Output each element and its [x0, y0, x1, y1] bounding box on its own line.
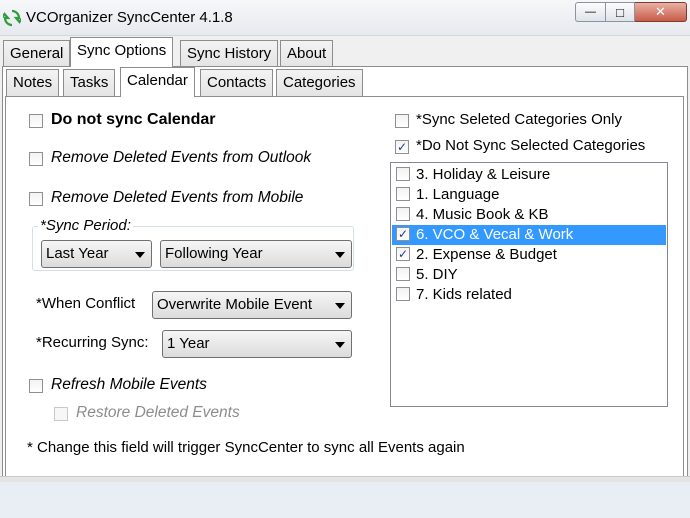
refresh-mobile-events-checkbox[interactable] [29, 379, 43, 393]
tab-categories[interactable]: Categories [276, 69, 363, 97]
tab-categories-label: Categories [283, 74, 356, 91]
chevron-down-icon [335, 303, 345, 309]
category-checkbox[interactable] [396, 267, 410, 281]
recurring-sync-label: *Recurring Sync: [36, 334, 149, 351]
when-conflict-select[interactable]: Overwrite Mobile Event [152, 291, 352, 319]
list-item-selected[interactable]: ✓ 6. VCO & Vecal & Work [392, 225, 666, 245]
category-checkbox[interactable] [396, 167, 410, 181]
checkmark-icon: ✓ [397, 227, 409, 241]
category-label: 3. Holiday & Leisure [416, 166, 551, 183]
tab-contacts[interactable]: Contacts [200, 69, 274, 97]
restore-deleted-events-label[interactable]: Restore Deleted Events [76, 404, 240, 422]
list-item[interactable]: ✓ 2. Expense & Budget [392, 245, 666, 265]
recurring-sync-select[interactable]: 1 Year [162, 330, 352, 358]
bottom-strip [0, 482, 690, 518]
tab-notes-label: Notes [13, 74, 53, 91]
category-label: 7. Kids related [416, 286, 512, 303]
window-title: VCOrganizer SyncCenter 4.1.8 [26, 9, 233, 26]
sync-period-end-select[interactable]: Following Year [160, 240, 352, 268]
close-icon: ✕ [655, 4, 666, 19]
remove-from-outlook-checkbox[interactable] [29, 152, 43, 166]
do-not-sync-selected-label[interactable]: *Do Not Sync Selected Categories [416, 137, 645, 154]
tab-tasks[interactable]: Tasks [63, 69, 116, 97]
tab-sync-options-label: Sync Options [77, 42, 167, 59]
category-checkbox[interactable] [396, 187, 410, 201]
sync-app-icon [3, 9, 21, 27]
when-conflict-value: Overwrite Mobile Event [157, 296, 313, 313]
tab-general-label: General [10, 45, 64, 62]
do-not-sync-selected-checkbox[interactable]: ✓ [395, 140, 409, 154]
chevron-down-icon [135, 252, 145, 258]
category-checkbox[interactable] [396, 287, 410, 301]
do-not-sync-calendar-checkbox[interactable] [29, 114, 43, 128]
sync-selected-only-label[interactable]: *Sync Seleted Categories Only [416, 111, 622, 128]
list-item[interactable]: 4. Music Book & KB [392, 205, 666, 225]
refresh-mobile-events-label[interactable]: Refresh Mobile Events [51, 376, 207, 394]
footnote: * Change this field will trigger SyncCen… [27, 439, 465, 456]
list-item[interactable]: 3. Holiday & Leisure [392, 165, 666, 185]
tab-sync-history[interactable]: Sync History [180, 40, 279, 68]
when-conflict-label: *When Conflict [36, 295, 136, 312]
remove-from-outlook-label[interactable]: Remove Deleted Events from Outlook [51, 149, 311, 167]
checkmark-icon: ✓ [396, 140, 408, 154]
sync-period-title: *Sync Period: [38, 217, 133, 234]
recurring-sync-value: 1 Year [167, 335, 210, 352]
restore-deleted-events-checkbox[interactable] [54, 407, 68, 421]
list-item[interactable]: 1. Language [392, 185, 666, 205]
tab-general[interactable]: General [3, 40, 71, 68]
chevron-down-icon [335, 252, 345, 258]
sync-period-start-value: Last Year [46, 245, 109, 262]
category-label: 1. Language [416, 186, 500, 203]
close-button[interactable]: ✕ [635, 2, 687, 22]
sync-period-start-select[interactable]: Last Year [41, 240, 152, 268]
minimize-icon: — [585, 6, 596, 18]
tab-tasks-label: Tasks [70, 74, 109, 91]
category-label: 4. Music Book & KB [416, 206, 549, 223]
tab-notes[interactable]: Notes [6, 69, 60, 97]
tab-about[interactable]: About [280, 40, 334, 68]
tab-calendar-label: Calendar [127, 72, 188, 89]
category-label: 6. VCO & Vecal & Work [416, 226, 574, 243]
maximize-button[interactable]: □ [605, 2, 635, 22]
client-area: General Sync Options Sync History About … [0, 36, 690, 518]
list-item[interactable]: 5. DIY [392, 265, 666, 285]
categories-listbox[interactable]: 3. Holiday & Leisure 1. Language 4. Musi… [390, 162, 668, 407]
sync-period-end-value: Following Year [165, 245, 263, 262]
category-checkbox[interactable]: ✓ [396, 227, 410, 241]
remove-from-mobile-checkbox[interactable] [29, 192, 43, 206]
tab-about-label: About [287, 45, 327, 62]
category-checkbox[interactable]: ✓ [396, 247, 410, 261]
maximize-icon: □ [616, 4, 624, 20]
tab-calendar[interactable]: Calendar [120, 67, 195, 97]
tab-contacts-label: Contacts [207, 74, 267, 91]
minimize-button[interactable]: — [575, 2, 605, 22]
category-label: 5. DIY [416, 266, 458, 283]
list-item[interactable]: 7. Kids related [392, 285, 666, 305]
category-label: 2. Expense & Budget [416, 246, 557, 263]
title-bar[interactable]: VCOrganizer SyncCenter 4.1.8 — □ ✕ [0, 0, 690, 36]
sync-selected-only-checkbox[interactable] [395, 114, 409, 128]
chevron-down-icon [335, 342, 345, 348]
category-checkbox[interactable] [396, 207, 410, 221]
tab-sync-history-label: Sync History [187, 45, 272, 62]
checkmark-icon: ✓ [397, 247, 409, 261]
tab-sync-options[interactable]: Sync Options [70, 37, 174, 67]
remove-from-mobile-label[interactable]: Remove Deleted Events from Mobile [51, 189, 303, 207]
do-not-sync-calendar-label[interactable]: Do not sync Calendar [51, 111, 215, 129]
